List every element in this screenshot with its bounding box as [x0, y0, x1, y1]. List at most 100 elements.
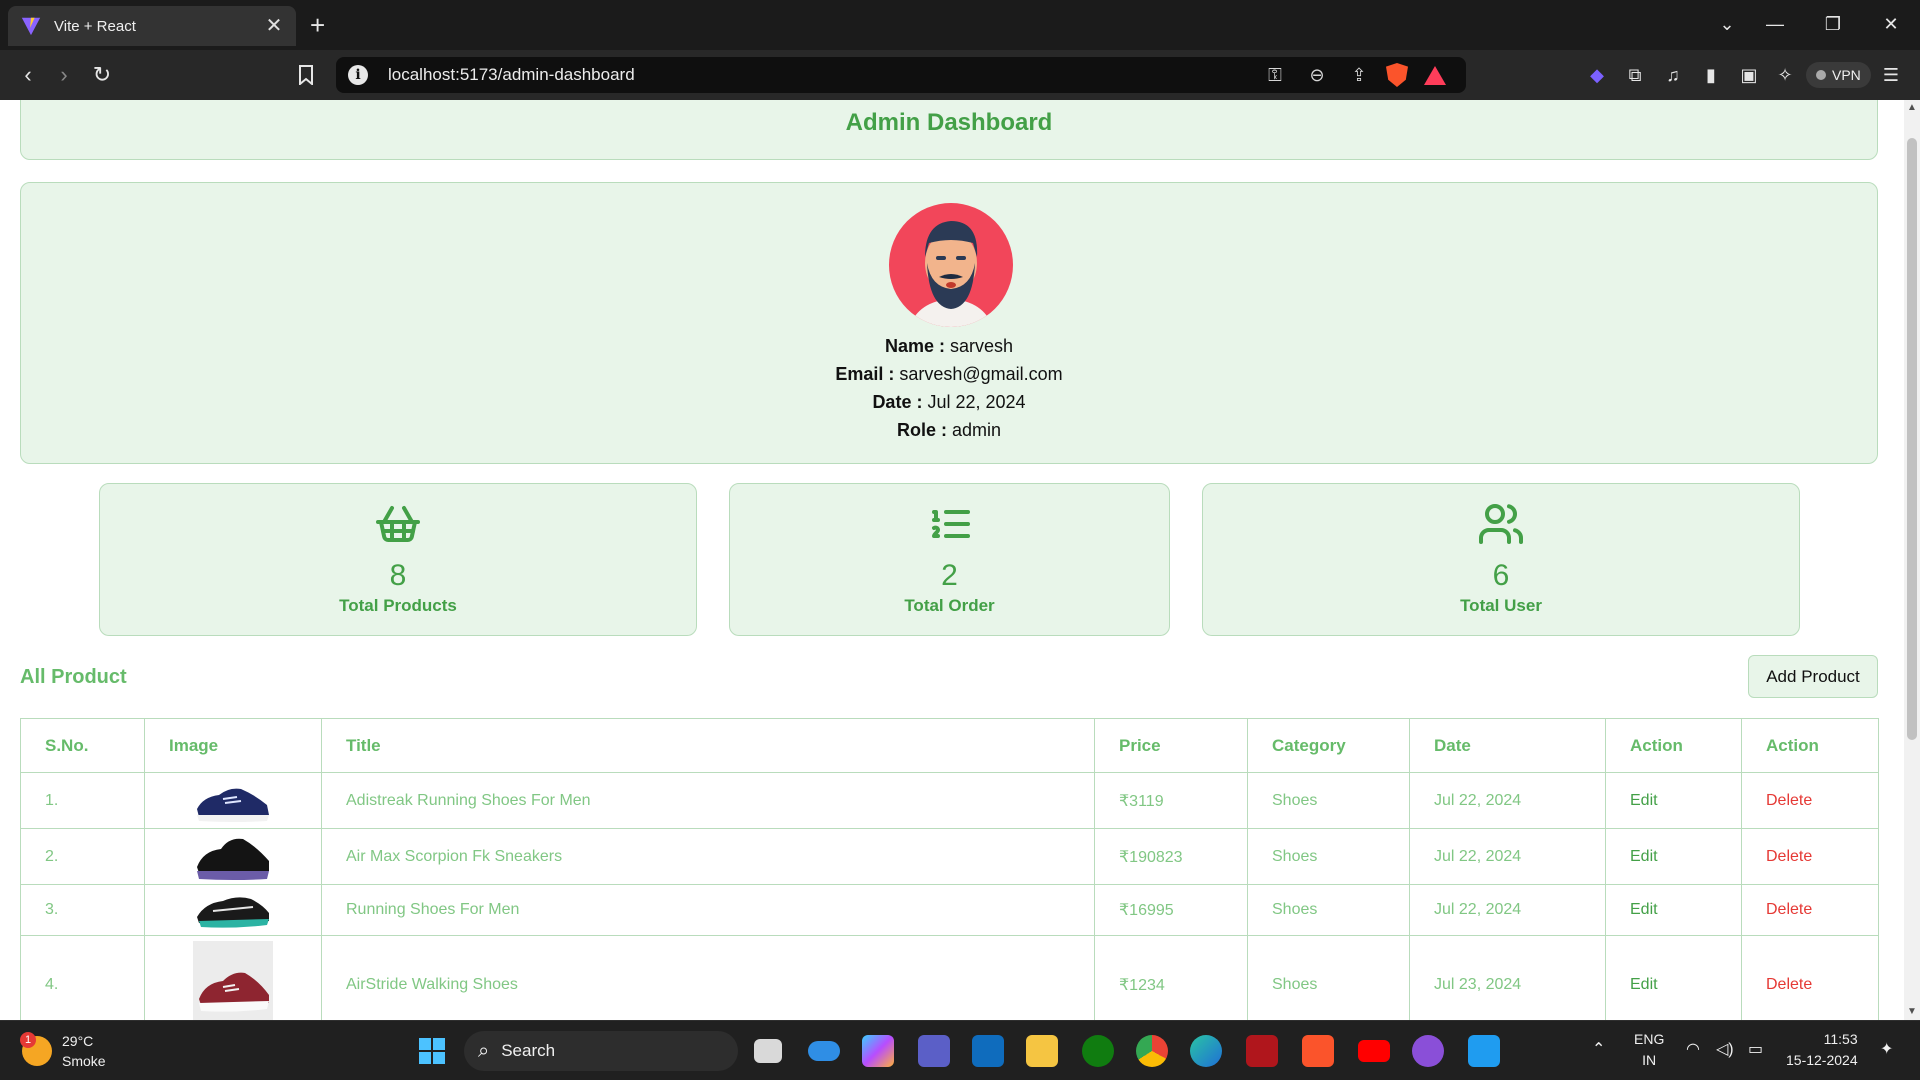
table-row: 4. AirStride Walking Shoes ₹1234 Shoes J… — [20, 935, 1879, 1020]
product-image — [193, 940, 273, 1020]
scrollbar-thumb[interactable] — [1907, 138, 1917, 740]
cell-category: Shoes — [1247, 884, 1410, 936]
taskbar-search[interactable]: ⌕ Search — [464, 1031, 738, 1071]
minimize-icon[interactable]: — — [1760, 12, 1790, 36]
language-indicator[interactable]: ENG IN — [1634, 1029, 1664, 1071]
delete-link[interactable]: Delete — [1741, 935, 1879, 1020]
onedrive-icon[interactable] — [808, 1041, 840, 1061]
cell-price: ₹16995 — [1094, 884, 1248, 936]
xbox-icon[interactable] — [1082, 1035, 1114, 1067]
column-header: Price — [1094, 718, 1248, 773]
share-icon[interactable]: ⇪ — [1344, 65, 1374, 86]
cell-sno: 2. — [20, 828, 145, 885]
game-app-icon[interactable] — [1246, 1035, 1278, 1067]
restore-icon[interactable]: ❐ — [1818, 12, 1848, 36]
delete-link[interactable]: Delete — [1741, 772, 1879, 829]
reload-icon[interactable]: ↻ — [88, 62, 116, 88]
address-url[interactable]: localhost:5173/admin-dashboard — [388, 65, 1260, 85]
edit-link[interactable]: Edit — [1605, 935, 1742, 1020]
language-code: ENG — [1634, 1031, 1665, 1047]
stat-value: 8 — [389, 559, 407, 592]
vpn-button[interactable]: VPN — [1806, 62, 1871, 88]
media-icon[interactable]: ♫ — [1660, 64, 1686, 86]
clock[interactable]: 11:53 15-12-2024 — [1786, 1029, 1858, 1071]
leo-ai-icon[interactable]: ◆ — [1584, 64, 1610, 86]
search-label: Search — [501, 1041, 556, 1060]
file-explorer-icon[interactable] — [1026, 1035, 1058, 1067]
column-header: Category — [1247, 718, 1410, 773]
profile-email: Email : sarvesh@gmail.com — [21, 364, 1877, 385]
github-icon[interactable] — [1412, 1035, 1444, 1067]
extensions-icon[interactable]: ⧉ — [1622, 64, 1648, 86]
browser-tab[interactable]: Vite + React ✕ — [8, 6, 296, 46]
add-product-button[interactable]: Add Product — [1748, 655, 1878, 698]
battery-icon[interactable]: ▭ — [1748, 1039, 1763, 1060]
basket-icon — [376, 506, 420, 542]
profile-date-value: Jul 22, 2024 — [927, 392, 1026, 412]
youtube-icon[interactable] — [1358, 1040, 1390, 1062]
edit-link[interactable]: Edit — [1605, 884, 1742, 936]
weather-temp: 29°C — [62, 1033, 94, 1049]
vscode-icon[interactable] — [1468, 1035, 1500, 1067]
profile-email-label: Email : — [835, 364, 895, 384]
edge-icon[interactable] — [1190, 1035, 1222, 1067]
stat-value: 2 — [941, 559, 958, 592]
cell-date: Jul 23, 2024 — [1409, 935, 1606, 1020]
edit-link[interactable]: Edit — [1605, 828, 1742, 885]
windows-start-icon[interactable] — [418, 1037, 446, 1065]
cell-title: AirStride Walking Shoes — [321, 935, 1095, 1020]
scroll-up-arrow-icon[interactable]: ▲ — [1904, 100, 1920, 116]
window-close-icon[interactable]: ✕ — [1876, 12, 1906, 36]
brave-rewards-icon[interactable] — [1424, 65, 1446, 85]
back-icon[interactable]: ‹ — [14, 62, 42, 88]
delete-link[interactable]: Delete — [1741, 884, 1879, 936]
tab-close-icon[interactable]: ✕ — [264, 16, 284, 36]
brave-shields-icon[interactable] — [1386, 63, 1408, 87]
address-bar[interactable]: i localhost:5173/admin-dashboard ⚿ ⊖ ⇪ — [336, 57, 1466, 93]
notifications-icon[interactable]: ✦ — [1880, 1039, 1893, 1060]
teams-icon[interactable] — [918, 1035, 950, 1067]
bookmark-icon[interactable] — [292, 62, 320, 88]
cell-image — [144, 772, 322, 829]
site-info-icon[interactable]: i — [348, 65, 368, 85]
page-scrollbar[interactable]: ▲ ▼ — [1904, 100, 1920, 1020]
product-image — [197, 897, 269, 928]
task-view-icon[interactable] — [754, 1039, 782, 1063]
sidebar-icon[interactable]: ▮ — [1698, 64, 1724, 86]
volume-icon[interactable]: ◁) — [1716, 1039, 1734, 1060]
delete-link[interactable]: Delete — [1741, 828, 1879, 885]
chrome-icon[interactable] — [1136, 1035, 1168, 1067]
edit-link[interactable]: Edit — [1605, 772, 1742, 829]
copilot-icon[interactable] — [862, 1035, 894, 1067]
brave-browser-icon[interactable] — [1302, 1035, 1334, 1067]
tab-title: Vite + React — [54, 17, 136, 35]
wifi-icon[interactable]: ◠ — [1686, 1039, 1700, 1060]
browser-tab-bar: Vite + React ✕ + ⌄ — ❐ ✕ — [0, 0, 1920, 50]
ai-sparkle-icon[interactable]: ✧ — [1772, 64, 1798, 86]
profile-date-label: Date : — [872, 392, 923, 412]
stat-label: Total Order — [904, 596, 995, 615]
column-header: Action — [1741, 718, 1879, 773]
users-icon — [1479, 504, 1523, 544]
wallet-icon[interactable]: ▣ — [1736, 64, 1762, 86]
column-header: Date — [1409, 718, 1606, 773]
zoom-icon[interactable]: ⊖ — [1302, 65, 1332, 86]
outlook-icon[interactable] — [972, 1035, 1004, 1067]
tab-search-chevron-icon[interactable]: ⌄ — [1712, 12, 1742, 36]
forward-icon[interactable]: › — [50, 62, 78, 88]
new-tab-button[interactable]: + — [310, 10, 325, 40]
page-viewport: Admin Dashboard Name : sarvesh Email : s… — [0, 100, 1904, 1020]
tray-overflow-chevron-icon[interactable]: ⌃ — [1592, 1039, 1605, 1060]
cell-sno: 1. — [20, 772, 145, 829]
weather-widget[interactable]: 1 29°C Smoke — [20, 1031, 106, 1071]
scroll-down-arrow-icon[interactable]: ▼ — [1904, 1004, 1920, 1020]
cell-sno: 4. — [20, 935, 145, 1020]
cell-category: Shoes — [1247, 772, 1410, 829]
cell-price: ₹3119 — [1094, 772, 1248, 829]
menu-icon[interactable]: ☰ — [1878, 64, 1904, 86]
column-header: Image — [144, 718, 322, 773]
cell-date: Jul 22, 2024 — [1409, 772, 1606, 829]
vpn-label: VPN — [1832, 67, 1861, 83]
cell-date: Jul 22, 2024 — [1409, 828, 1606, 885]
password-key-icon[interactable]: ⚿ — [1260, 65, 1290, 86]
